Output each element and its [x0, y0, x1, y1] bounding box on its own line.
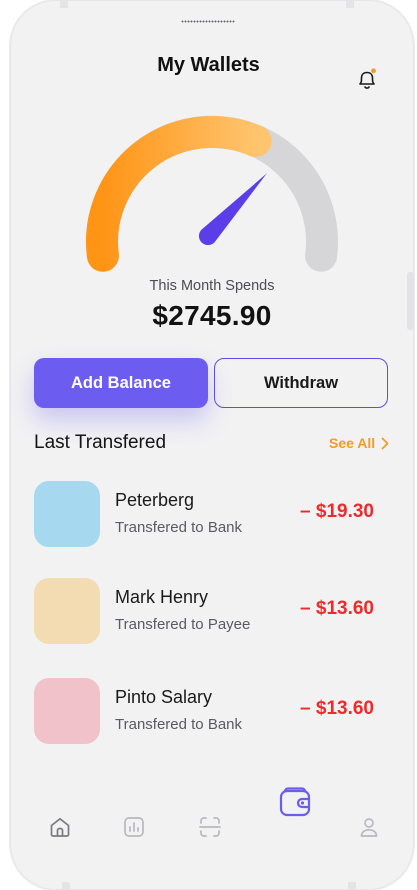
transfer-detail: Transfered to Payee — [115, 616, 251, 633]
chart-icon[interactable] — [122, 815, 146, 839]
transfer-row[interactable]: Mark Henry Transfered to Payee – $13.60 — [34, 578, 374, 644]
frame-notch-left — [60, 0, 68, 8]
transfer-name: Peterberg — [115, 490, 195, 510]
profile-icon[interactable] — [357, 815, 381, 839]
frame-notch-bottom-left — [62, 882, 70, 890]
see-all-link[interactable]: See All — [329, 435, 389, 451]
section-title: Last Transfered — [34, 432, 167, 453]
spend-gauge — [86, 115, 338, 272]
home-icon[interactable] — [48, 815, 72, 839]
see-all-label: See All — [329, 435, 376, 451]
spend-label: This Month Spends — [149, 278, 275, 294]
chevron-right-icon — [381, 437, 389, 449]
transfer-amount: – $19.30 — [300, 501, 374, 522]
frame-notch-bottom-right — [348, 882, 356, 890]
transfer-amount: – $13.60 — [300, 598, 374, 619]
page-title: My Wallets — [157, 54, 260, 76]
transfer-name: Pinto Salary — [115, 687, 213, 707]
transfer-row[interactable]: Peterberg Transfered to Bank – $19.30 — [34, 481, 374, 547]
avatar — [34, 578, 100, 644]
transfer-name: Mark Henry — [115, 587, 209, 607]
bell-icon[interactable] — [356, 68, 378, 92]
withdraw-button[interactable]: Withdraw — [214, 358, 388, 408]
transfer-row[interactable]: Pinto Salary Transfered to Bank – $13.60 — [34, 678, 374, 744]
gauge-needle — [198, 173, 267, 246]
speaker-grille — [181, 20, 235, 23]
wallet-icon[interactable] — [279, 787, 311, 817]
avatar — [34, 481, 100, 547]
transfer-detail: Transfered to Bank — [115, 716, 243, 733]
scan-icon[interactable] — [198, 815, 222, 839]
add-balance-button[interactable]: Add Balance — [34, 358, 208, 408]
avatar — [34, 678, 100, 744]
transfer-detail: Transfered to Bank — [115, 519, 243, 536]
frame-notch-right — [346, 0, 354, 8]
spend-value: $2745.90 — [152, 300, 272, 331]
transfer-amount: – $13.60 — [300, 698, 374, 719]
